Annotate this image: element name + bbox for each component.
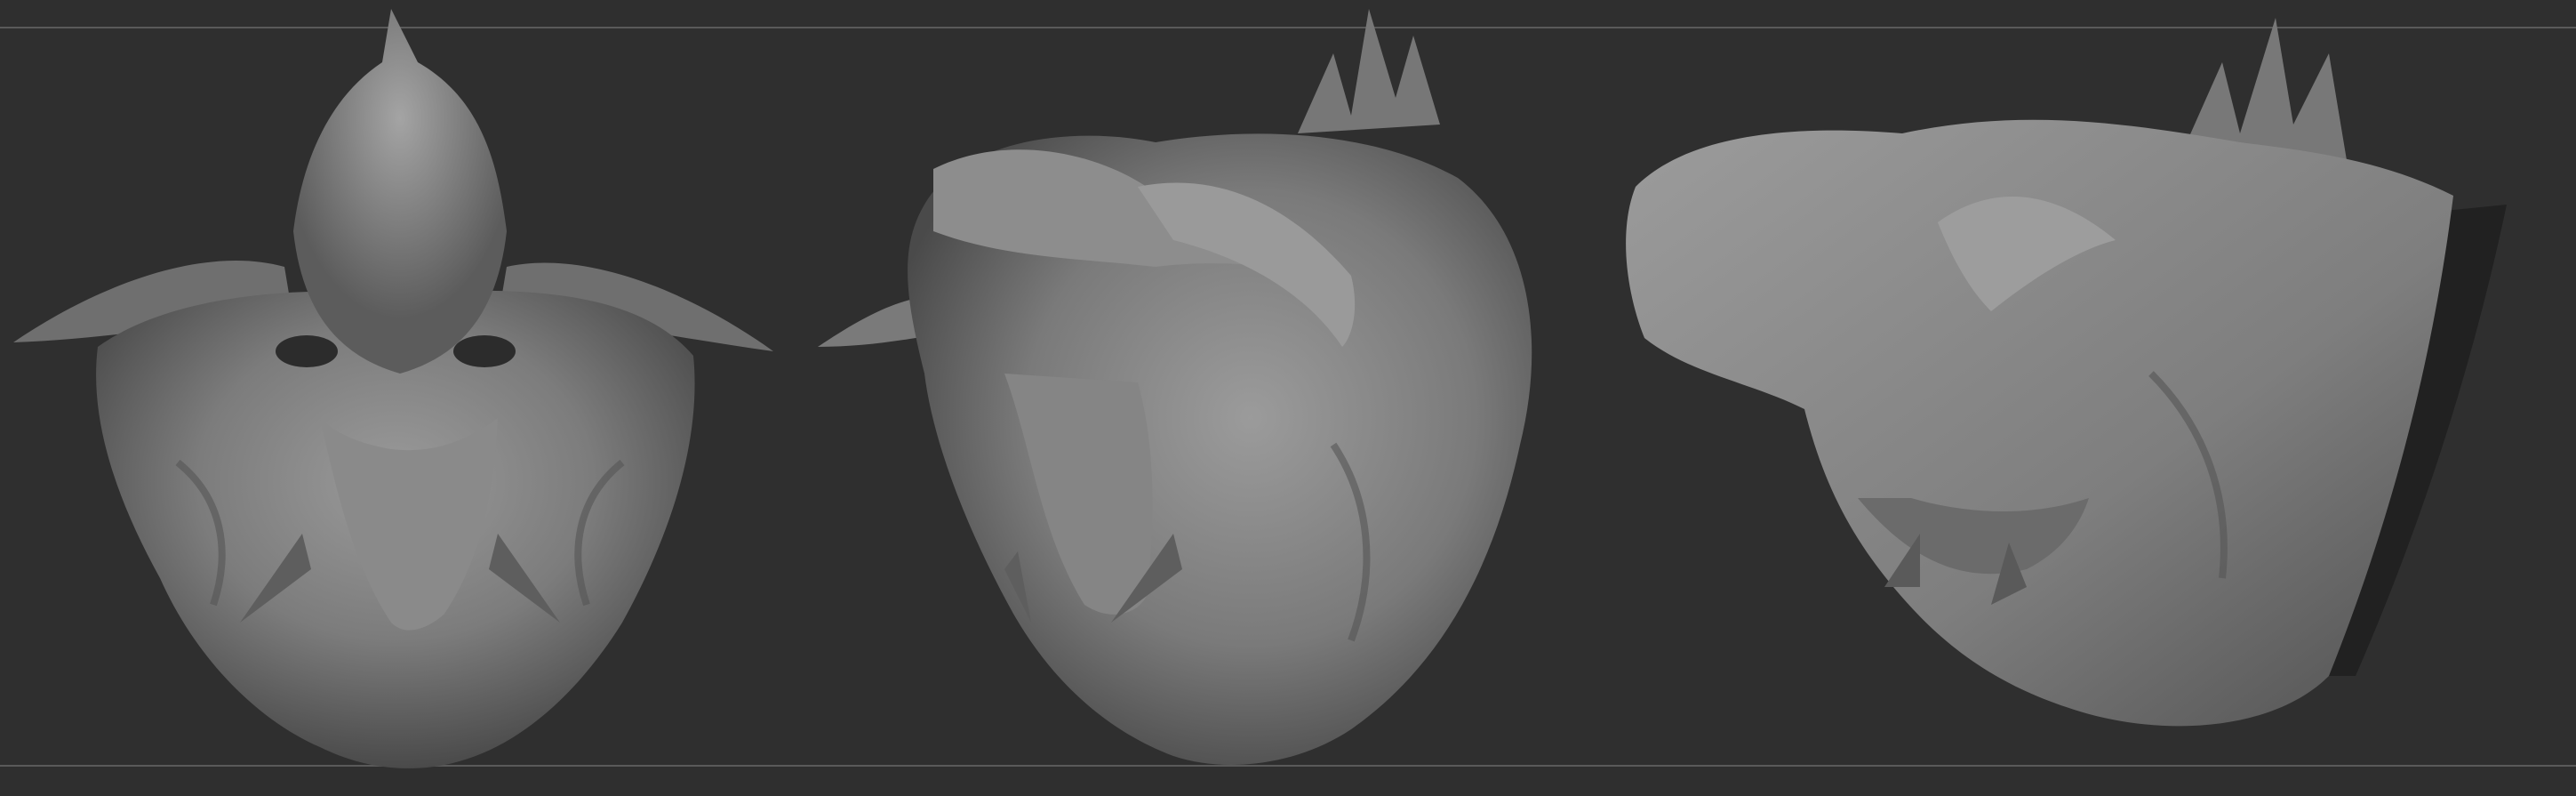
three-quarter-view	[800, 0, 1618, 796]
head-crest	[293, 9, 507, 374]
zbrush-viewport[interactable]	[0, 0, 2576, 796]
front-view	[0, 0, 800, 796]
creature-bust-three-quarter	[818, 9, 1532, 766]
back-spikes	[1298, 9, 1440, 133]
side-view	[1618, 0, 2576, 796]
creature-bust-side	[1626, 18, 2507, 727]
left-eye	[276, 335, 338, 367]
right-eye	[453, 335, 516, 367]
creature-bust-front	[13, 9, 773, 768]
